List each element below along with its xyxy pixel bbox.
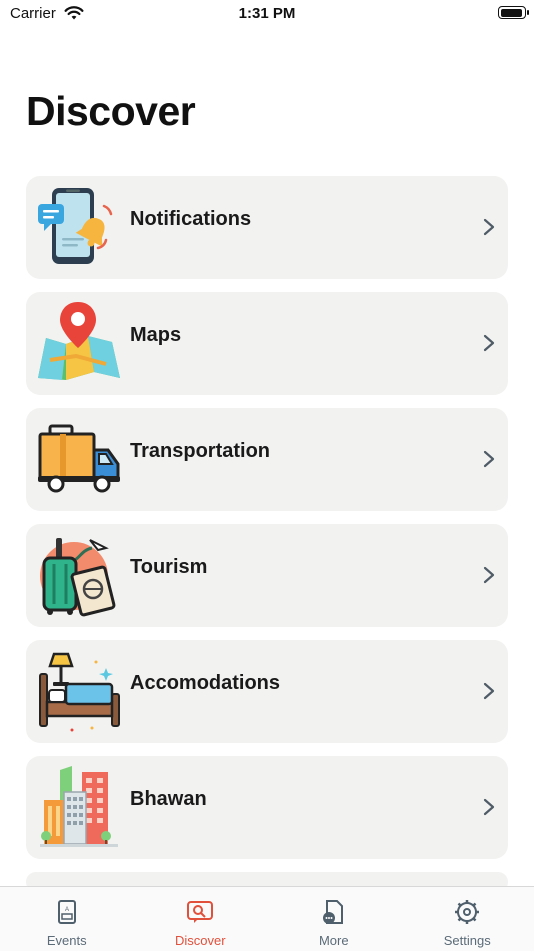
- tab-label: Events: [0, 933, 134, 948]
- list-item-accomodations[interactable]: Accomodations: [26, 640, 508, 743]
- tab-events[interactable]: A Events: [0, 887, 134, 951]
- clock: 1:31 PM: [0, 5, 534, 22]
- list-item-notifications[interactable]: Notifications: [26, 176, 508, 279]
- tab-bar: A Events Discover More: [0, 886, 534, 951]
- bed-lamp-icon: [36, 648, 122, 734]
- tab-more[interactable]: More: [267, 887, 401, 951]
- chevron-right-icon: [482, 797, 496, 817]
- discover-icon: [186, 898, 214, 926]
- item-label: Tourism: [130, 556, 207, 579]
- phone-bell-icon: [36, 184, 122, 270]
- svg-text:A: A: [65, 907, 69, 913]
- tab-settings[interactable]: Settings: [401, 887, 534, 951]
- page-title: Discover: [26, 88, 195, 135]
- tab-label: Settings: [401, 933, 534, 948]
- list-item-transportation[interactable]: Transportation: [26, 408, 508, 511]
- luggage-passport-icon: [36, 532, 122, 618]
- item-label: Maps: [130, 324, 181, 347]
- buildings-icon: [36, 764, 122, 850]
- list-item-tourism[interactable]: Tourism: [26, 524, 508, 627]
- item-label: Bhawan: [130, 788, 207, 811]
- chevron-right-icon: [482, 217, 496, 237]
- status-bar: Carrier 1:31 PM: [0, 0, 534, 30]
- battery-icon: [498, 6, 526, 19]
- chevron-right-icon: [482, 449, 496, 469]
- list-item-bhawan[interactable]: Bhawan: [26, 756, 508, 859]
- chevron-right-icon: [482, 565, 496, 585]
- tab-label: More: [267, 933, 401, 948]
- settings-gear-icon: [453, 898, 481, 926]
- item-label: Accomodations: [130, 672, 280, 695]
- discover-list: Notifications Maps Transportation: [26, 176, 508, 905]
- list-item-maps[interactable]: Maps: [26, 292, 508, 395]
- item-label: Notifications: [130, 208, 251, 231]
- chevron-right-icon: [482, 681, 496, 701]
- truck-icon: [36, 416, 122, 502]
- events-icon: A: [53, 898, 81, 926]
- chevron-right-icon: [482, 333, 496, 353]
- map-pin-icon: [36, 300, 122, 386]
- item-label: Transportation: [130, 440, 270, 463]
- tab-label: Discover: [134, 933, 268, 948]
- more-icon: [320, 898, 348, 926]
- tab-discover[interactable]: Discover: [134, 887, 268, 951]
